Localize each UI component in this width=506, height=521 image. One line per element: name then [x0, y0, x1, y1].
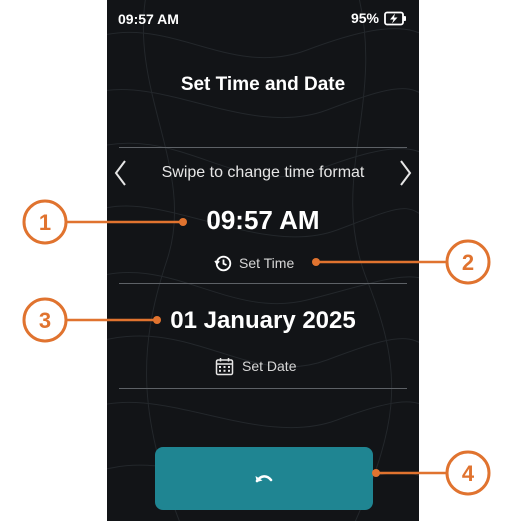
set-date-button[interactable]: Set Date	[215, 354, 296, 378]
set-date-label: Set Date	[242, 358, 297, 374]
time-format-swiper[interactable]: Swipe to change time format	[107, 157, 419, 189]
battery-percent: 95%	[350, 10, 379, 26]
callout-2-circle	[445, 239, 491, 285]
callout-3-number: 3	[39, 308, 51, 333]
battery-charging-icon	[384, 11, 406, 25]
status-time: 09:57 AM	[118, 11, 179, 27]
status-battery: 95%	[351, 10, 407, 26]
status-bar: 09:57 AM 95%	[107, 0, 419, 34]
divider	[119, 283, 407, 284]
divider	[119, 388, 407, 389]
set-time-label: Set Time	[239, 255, 295, 271]
chevron-right-icon[interactable]	[394, 157, 416, 189]
callout-1-circle	[22, 199, 68, 245]
callout-3-circle	[22, 297, 68, 343]
time-value: 09:57 AM	[206, 205, 320, 235]
calendar-icon	[215, 357, 234, 375]
page-title: Set Time and Date	[180, 74, 346, 95]
date-value: 01 January 2025	[170, 307, 356, 334]
callout-4-circle	[445, 450, 491, 496]
clock-history-icon	[214, 255, 232, 272]
callout-2-number: 2	[462, 250, 474, 275]
callout-1-number: 1	[39, 210, 51, 235]
undo-arrow-icon	[255, 474, 273, 482]
set-time-button[interactable]: Set Time	[214, 252, 294, 274]
device-screen: 09:57 AM 95% Set Time and Date Swipe to …	[107, 0, 419, 521]
divider	[119, 147, 407, 148]
callout-4-number: 4	[462, 461, 475, 486]
back-button[interactable]	[155, 447, 373, 510]
chevron-left-icon[interactable]	[110, 157, 132, 189]
time-format-hint: Swipe to change time format	[161, 164, 365, 181]
